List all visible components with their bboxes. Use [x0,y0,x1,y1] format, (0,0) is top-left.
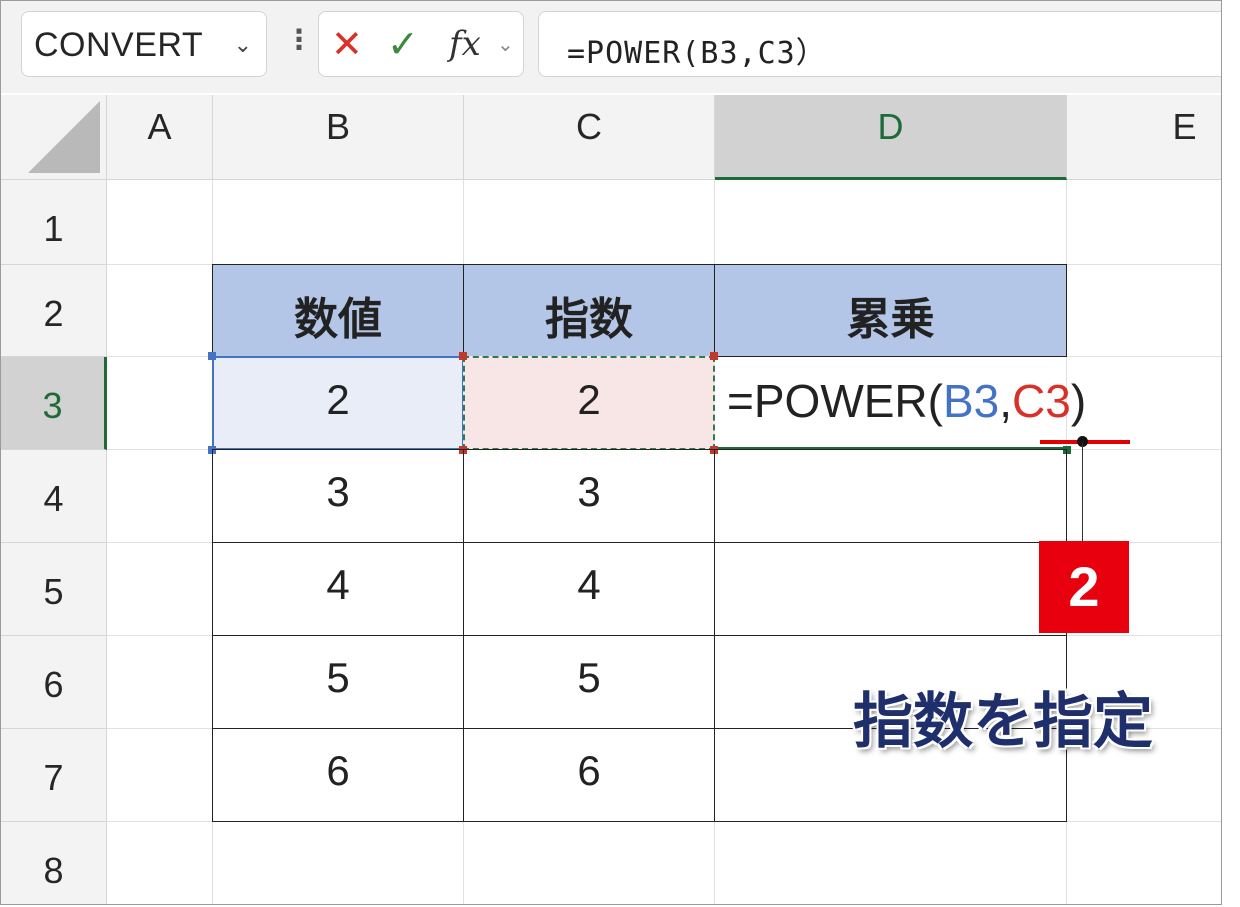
name-box[interactable]: CONVERT ⌄ [21,11,267,77]
formula-bar: CONVERT ⌄ ⋮ ✕ ✓ fx ⌄ =POWER(B3,C3） [1,1,1221,93]
row-header-3[interactable]: 3 [1,357,107,450]
formula-ref-c3: C3 [1012,375,1071,427]
c3-resize-handle[interactable] [710,352,718,360]
step-number-badge: 2 [1039,541,1129,633]
cell-c4[interactable]: 3 [463,449,715,543]
row-header-1[interactable]: 1 [1,180,107,265]
formula-input[interactable]: =POWER(B3,C3） [538,11,1221,77]
column-header-d[interactable]: D [715,95,1067,180]
b3-resize-handle[interactable] [208,352,216,360]
row-header-8[interactable]: 8 [1,822,107,904]
row-header-6[interactable]: 6 [1,636,107,729]
column-header-e[interactable]: E [1067,95,1221,180]
enter-check-icon[interactable]: ✓ [387,22,419,67]
column-header-b[interactable]: B [213,95,464,180]
insert-function-icon[interactable]: fx [449,24,481,64]
select-all-triangle-icon [28,101,100,173]
cell-b4[interactable]: 3 [212,449,464,543]
more-options-icon[interactable]: ⋮ [285,23,313,56]
row-header-2[interactable]: 2 [1,265,107,357]
formula-prefix: =POWER( [727,375,943,427]
row-header-7[interactable]: 7 [1,729,107,822]
select-all-corner[interactable] [1,95,107,180]
row-header-4[interactable]: 4 [1,450,107,543]
cancel-icon[interactable]: ✕ [331,22,363,67]
cell-d4[interactable] [714,449,1067,543]
chevron-down-icon[interactable]: ⌄ [497,32,514,57]
cell-b7[interactable]: 6 [212,728,464,822]
name-box-value: CONVERT [34,26,204,64]
cell-b5[interactable]: 4 [212,542,464,636]
callout-leader-line [1082,443,1083,543]
cell-b3[interactable]: 2 [212,356,464,450]
cell-d2-header[interactable]: 累乗 [714,264,1067,357]
cell-d5[interactable] [714,542,1067,636]
c3-resize-handle[interactable] [459,352,467,360]
instruction-note: 指数を指定 [853,688,1153,755]
cell-c2-header[interactable]: 指数 [463,264,715,357]
formula-text: =POWER(B3,C3） [567,36,827,71]
formula-comma: , [999,375,1013,427]
editing-formula: =POWER(B3,C3) [727,374,1086,428]
formula-ref-b3: B3 [942,375,1000,427]
column-header-c[interactable]: C [464,95,715,180]
formula-buttons: ✕ ✓ fx ⌄ [318,11,524,77]
cell-c7[interactable]: 6 [463,728,715,822]
cell-d3-editing[interactable]: =POWER(B3,C3) [715,356,1086,450]
cell-c6[interactable]: 5 [463,635,715,729]
cell-b6[interactable]: 5 [212,635,464,729]
formula-suffix: ) [1070,375,1087,427]
cell-c5[interactable]: 4 [463,542,715,636]
row-header-5[interactable]: 5 [1,543,107,636]
column-header-a[interactable]: A [107,95,213,180]
chevron-down-icon[interactable]: ⌄ [234,32,252,58]
cell-b2-header[interactable]: 数値 [212,264,464,357]
cell-c3[interactable]: 2 [463,356,715,450]
spreadsheet-window: CONVERT ⌄ ⋮ ✕ ✓ fx ⌄ =POWER(B3,C3） A B C… [0,0,1222,905]
